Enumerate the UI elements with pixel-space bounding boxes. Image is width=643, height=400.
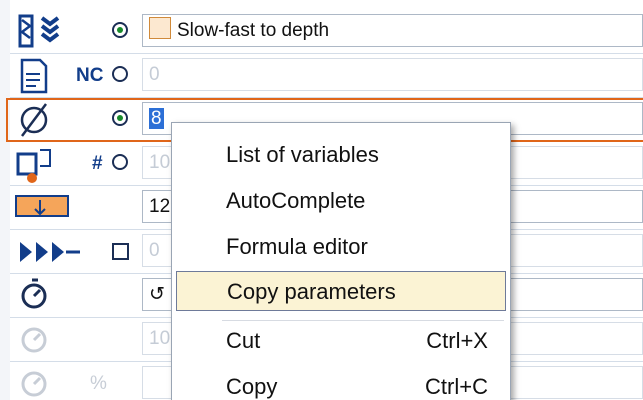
menu-item-copy[interactable]: Copy Ctrl+C	[176, 367, 506, 400]
feed-checkbox[interactable]	[112, 243, 129, 260]
strategy-value: Slow-fast to depth	[177, 20, 330, 41]
menu-item-cut[interactable]: Cut Ctrl+X	[176, 321, 506, 361]
strategy-icon	[10, 10, 96, 54]
left-gutter	[0, 0, 10, 400]
speed-icon	[10, 274, 96, 318]
feed-arrows-icon	[10, 230, 96, 274]
cut-shortcut: Ctrl+X	[426, 328, 488, 353]
nc-field[interactable]: 0	[142, 58, 643, 91]
width-icon	[10, 186, 96, 230]
nc-radio[interactable]	[112, 66, 128, 82]
teeth-icon	[10, 142, 96, 186]
context-menu: List of variables AutoComplete Formula e…	[171, 122, 511, 400]
percent-disabled-icon	[10, 362, 96, 400]
cycle-icon	[149, 17, 171, 39]
row-nc: NC 0	[10, 54, 643, 98]
percent-label: %	[90, 373, 107, 394]
teeth-radio[interactable]	[112, 154, 128, 170]
parameter-panel: Slow-fast to depth NC 0 8 # 10 12 0 ↺ 10…	[0, 0, 643, 400]
menu-item-autocomplete[interactable]: AutoComplete	[176, 181, 506, 221]
copy-shortcut: Ctrl+C	[425, 374, 488, 399]
menu-item-formula-editor[interactable]: Formula editor	[176, 227, 506, 267]
strategy-radio[interactable]	[112, 22, 128, 38]
strategy-field[interactable]: Slow-fast to depth	[142, 14, 643, 47]
row-strategy: Slow-fast to depth	[10, 10, 643, 54]
menu-item-copy-parameters[interactable]: Copy parameters	[176, 271, 506, 311]
speed-disabled-icon	[10, 318, 96, 362]
nc-label: NC	[76, 65, 104, 86]
menu-item-list-of-variables[interactable]: List of variables	[176, 135, 506, 175]
teeth-label: #	[92, 153, 103, 174]
